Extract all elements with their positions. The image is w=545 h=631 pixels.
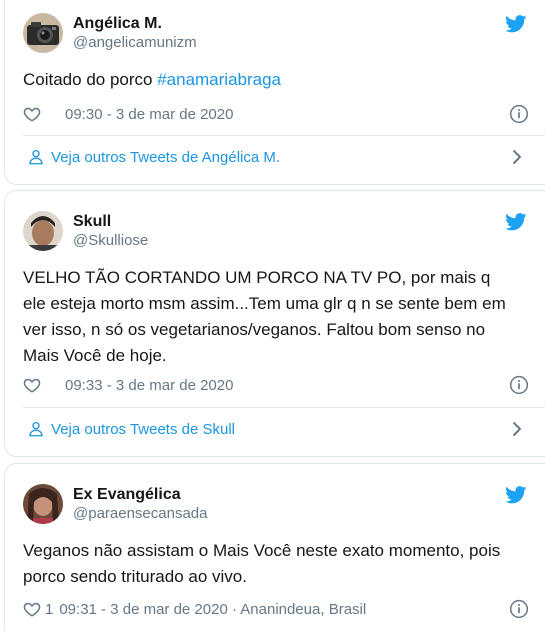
person-photo-avatar-icon xyxy=(23,211,63,251)
tweet-meta: 1 09:31 - 3 de mar de 2020 · Ananindeua,… xyxy=(23,598,529,620)
person-icon xyxy=(29,421,43,437)
handle[interactable]: @Skulliose xyxy=(73,232,148,250)
tweet-header: Angélica M. @angelicamunizm xyxy=(23,13,527,53)
divider xyxy=(23,407,545,408)
tweet-header: Skull @Skulliose xyxy=(23,211,527,251)
person-photo-avatar-icon xyxy=(23,484,63,524)
chevron-right-icon[interactable] xyxy=(511,149,523,165)
more-tweets-link[interactable]: Veja outros Tweets de Skull xyxy=(23,417,529,441)
timestamp[interactable]: 09:30 - 3 de mar de 2020 xyxy=(65,106,233,123)
heart-icon[interactable] xyxy=(23,105,41,123)
handle[interactable]: @angelicamunizm xyxy=(73,34,197,52)
tweet-text: Veganos não assistam o Mais Você neste e… xyxy=(23,541,501,586)
heart-icon[interactable] xyxy=(23,600,41,618)
twitter-bird-icon[interactable] xyxy=(505,486,527,504)
info-icon[interactable] xyxy=(509,375,529,395)
hashtag-link[interactable]: #anamariabraga xyxy=(157,70,281,89)
tweet-card: Angélica M. @angelicamunizm Coitado do p… xyxy=(4,0,545,185)
twitter-bird-icon[interactable] xyxy=(505,15,527,33)
more-tweets-label[interactable]: Veja outros Tweets de Skull xyxy=(51,421,235,438)
info-icon[interactable] xyxy=(509,599,529,619)
timestamp[interactable]: 09:31 - 3 de mar de 2020 · Ananindeua, B… xyxy=(59,601,366,618)
more-tweets-link[interactable]: Veja outros Tweets de Angélica M. xyxy=(23,145,529,169)
avatar[interactable] xyxy=(23,211,63,251)
info-icon[interactable] xyxy=(509,104,529,124)
display-name[interactable]: Ex Evangélica xyxy=(73,485,208,505)
tweet-card: Ex Evangélica @paraensecansada Veganos n… xyxy=(4,463,545,631)
person-icon xyxy=(29,149,43,165)
display-name[interactable]: Skull xyxy=(73,212,148,232)
display-name[interactable]: Angélica M. xyxy=(73,14,197,34)
avatar[interactable] xyxy=(23,13,63,53)
tweet-text: Coitado do porco #anamariabraga xyxy=(23,70,282,89)
tweet-text: VELHO TÃO CORTANDO UM PORCO NA TV PO, po… xyxy=(23,268,506,365)
heart-icon[interactable] xyxy=(23,376,41,394)
camera-avatar-icon xyxy=(23,13,63,53)
divider xyxy=(23,135,545,136)
handle[interactable]: @paraensecansada xyxy=(73,505,208,523)
avatar[interactable] xyxy=(23,484,63,524)
tweet-header: Ex Evangélica @paraensecansada xyxy=(23,484,527,524)
more-tweets-label[interactable]: Veja outros Tweets de Angélica M. xyxy=(51,149,280,166)
like-count: 1 xyxy=(45,600,54,618)
tweet-meta: 09:33 - 3 de mar de 2020 xyxy=(23,374,529,396)
tweet-meta: 09:30 - 3 de mar de 2020 xyxy=(23,103,529,125)
timestamp[interactable]: 09:33 - 3 de mar de 2020 xyxy=(65,377,233,394)
twitter-bird-icon[interactable] xyxy=(505,213,527,231)
tweet-card: Skull @Skulliose VELHO TÃO CORTANDO UM P… xyxy=(4,190,545,457)
chevron-right-icon[interactable] xyxy=(511,421,523,437)
